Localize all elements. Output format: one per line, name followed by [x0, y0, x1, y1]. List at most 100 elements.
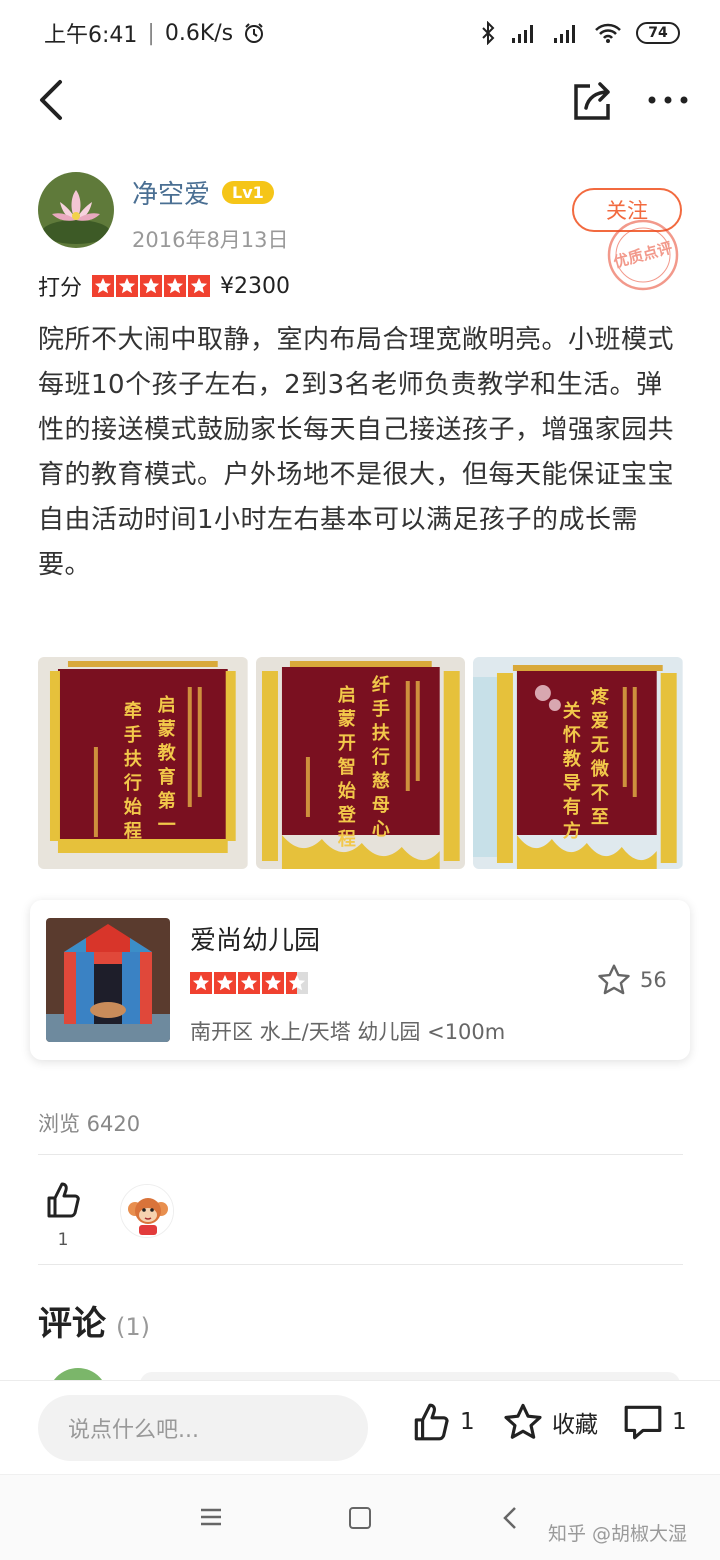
status-left: 上午6:41 | 0.6K/s [44, 17, 265, 49]
shop-thumbnail [46, 918, 170, 1042]
thumbs-up-icon[interactable] [410, 1401, 452, 1443]
svg-text:始: 始 [124, 796, 142, 818]
watermark: 知乎 @胡椒大湿 [548, 1523, 688, 1545]
svg-text:优质点评: 优质点评 [612, 239, 675, 272]
svg-text:不: 不 [591, 783, 609, 804]
back-icon[interactable] [500, 1505, 520, 1531]
bottom-action-bar: 说点什么吧... 1 收藏 1 [0, 1380, 720, 1474]
review-photo[interactable]: 疼爱无微不至 关怀教导有方 [473, 657, 684, 869]
status-net-speed: 0.6K/s [164, 20, 234, 46]
rating-stars [92, 275, 211, 297]
shop-favorite[interactable]: 56 [596, 962, 667, 998]
svg-text:智: 智 [338, 756, 356, 778]
star-icon [92, 275, 115, 297]
svg-text:扶: 扶 [371, 722, 390, 744]
comment-icon[interactable] [622, 1401, 664, 1443]
collect-action[interactable]: 收藏 [502, 1401, 598, 1443]
status-bar: 上午6:41 | 0.6K/s 74 [0, 0, 720, 66]
star-icon [116, 275, 139, 297]
svg-text:蒙: 蒙 [158, 719, 176, 740]
price: ¥2300 [220, 273, 291, 299]
status-separator: | [147, 20, 155, 46]
status-right: 74 [480, 21, 680, 45]
shop-card[interactable]: 爱尚幼儿园 南开区 水上/天塔 幼儿园 <100m 56 [30, 900, 690, 1060]
nav-bar [0, 66, 720, 134]
svg-text:登: 登 [337, 804, 357, 826]
review-photo[interactable]: 启蒙教育第一 牵手扶行始程 [38, 657, 248, 869]
svg-text:导: 导 [563, 773, 581, 794]
svg-text:始: 始 [338, 780, 356, 802]
svg-text:第: 第 [158, 790, 176, 812]
svg-text:行: 行 [370, 746, 389, 768]
star-icon [140, 275, 163, 297]
svg-text:启: 启 [338, 684, 356, 706]
svg-text:母: 母 [371, 795, 389, 816]
svg-text:关: 关 [563, 700, 581, 722]
svg-text:至: 至 [591, 807, 609, 828]
svg-text:疼: 疼 [591, 686, 610, 708]
quality-review-stamp: 优质点评 [607, 219, 679, 291]
like-block[interactable]: 1 [38, 1180, 88, 1250]
comment-action[interactable]: 1 [622, 1401, 687, 1443]
svg-text:开: 开 [338, 733, 356, 754]
star-outline-icon[interactable] [596, 962, 632, 998]
author-avatar[interactable] [38, 172, 114, 248]
post-date: 2016年8月13日 [132, 228, 289, 252]
liker-avatar[interactable] [120, 1184, 174, 1238]
shop-meta: 南开区 水上/天塔 幼儿园 <100m [190, 1020, 506, 1044]
menu-icon[interactable] [200, 1507, 222, 1527]
svg-text:程: 程 [124, 821, 142, 842]
signal-icon-2 [554, 25, 575, 43]
thumbs-up-icon[interactable] [43, 1180, 83, 1220]
star-outline-icon[interactable] [502, 1401, 544, 1443]
svg-text:行: 行 [123, 772, 142, 794]
svg-text:程: 程 [338, 829, 356, 850]
svg-text:慈: 慈 [371, 770, 389, 792]
author-header: 净空爱 Lv1 2016年8月13日 关注 优质点评 [38, 170, 688, 291]
system-nav-bar: 知乎 @胡椒大湿 [0, 1474, 720, 1560]
svg-text:一: 一 [158, 815, 176, 836]
shop-favorite-count: 56 [640, 968, 667, 992]
more-icon[interactable] [646, 80, 690, 120]
svg-text:蒙: 蒙 [338, 709, 356, 730]
comment-input[interactable]: 说点什么吧... [38, 1395, 368, 1461]
svg-text:教: 教 [158, 742, 176, 764]
home-icon[interactable] [349, 1507, 371, 1529]
svg-text:牵: 牵 [124, 700, 142, 722]
review-text: 院所不大闹中取静，室内布局合理宽敞明亮。小班模式每班10个孩子左右，2到3名老师… [38, 325, 675, 580]
like-action[interactable]: 1 [410, 1401, 475, 1443]
svg-text:启: 启 [158, 694, 176, 716]
battery-indicator: 74 [636, 22, 680, 44]
svg-text:怀: 怀 [563, 725, 581, 746]
review-photo[interactable]: 纤手扶行慈母心 启蒙开智始登程 [255, 657, 466, 869]
author-name[interactable]: 净空爱 [132, 174, 210, 211]
star-icon [214, 972, 236, 994]
svg-text:育: 育 [158, 766, 176, 788]
svg-text:无: 无 [591, 735, 609, 756]
svg-text:微: 微 [590, 758, 609, 780]
star-icon [164, 275, 187, 297]
svg-text:爱: 爱 [591, 711, 609, 732]
like-action-count: 1 [460, 1409, 475, 1435]
svg-text:手: 手 [371, 698, 389, 720]
svg-text:手: 手 [124, 724, 142, 746]
like-count: 1 [57, 1230, 69, 1250]
rating-label: 打分 [38, 276, 83, 301]
svg-text:方: 方 [563, 820, 581, 842]
alarm-icon [245, 23, 264, 43]
comments-header: 评论 (1) [38, 1296, 150, 1345]
shop-name[interactable]: 爱尚幼儿园 [190, 920, 320, 957]
rating-row: 打分 ¥2300 [38, 270, 290, 302]
status-time: 上午6:41 [44, 23, 138, 48]
svg-text:纤: 纤 [371, 674, 389, 696]
star-icon [190, 972, 212, 994]
comments-count: (1) [116, 1313, 150, 1341]
svg-text:心: 心 [371, 819, 389, 840]
star-icon [188, 275, 211, 297]
share-icon[interactable] [570, 78, 614, 122]
half-star-icon [286, 972, 308, 994]
collect-label: 收藏 [552, 1412, 598, 1438]
star-icon [262, 972, 284, 994]
back-arrow-icon[interactable] [32, 78, 72, 122]
star-icon [238, 972, 260, 994]
